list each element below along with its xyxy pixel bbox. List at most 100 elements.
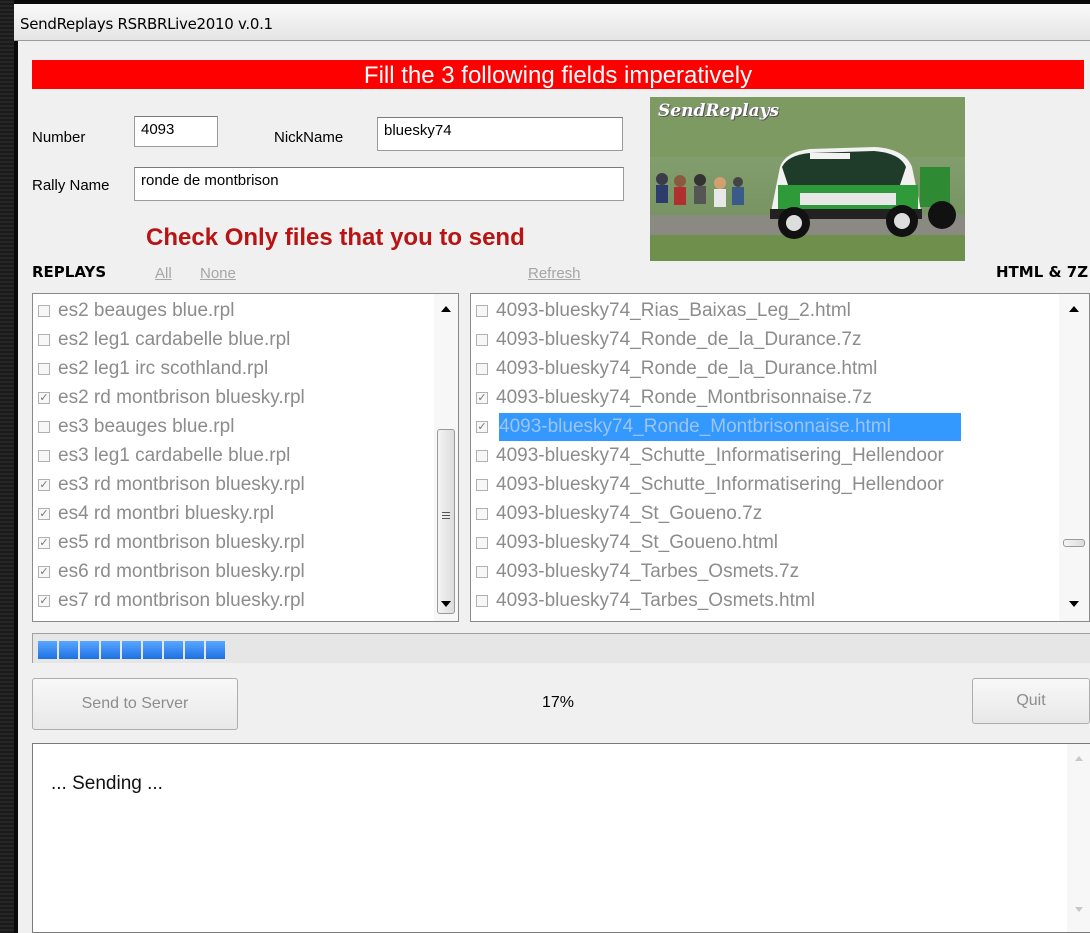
scroll-down-icon[interactable] bbox=[1069, 601, 1079, 607]
list-item[interactable]: 4093-bluesky74_Schutte_Informatisering_H… bbox=[471, 470, 1089, 499]
list-item-label: es4 rd montbri bluesky.rpl bbox=[58, 503, 275, 524]
check-files-instruction: Check Only files that you to send bbox=[146, 224, 525, 251]
window-title: SendReplays RSRBRLive2010 v.0.1 bbox=[20, 15, 273, 33]
main-panel: Fill the 3 following fields imperatively… bbox=[18, 41, 1090, 933]
progress-segment bbox=[185, 641, 204, 659]
nickname-label: NickName bbox=[274, 129, 344, 146]
list-item-checkbox[interactable] bbox=[476, 450, 488, 462]
list-item-label: es3 leg1 cardabelle blue.rpl bbox=[58, 445, 291, 466]
number-field[interactable]: 4093 bbox=[134, 116, 218, 147]
list-item[interactable]: ✓ es5 rd montbrison bluesky.rpl bbox=[33, 528, 458, 557]
list-item-checkbox[interactable]: ✓ bbox=[38, 595, 50, 607]
list-item[interactable]: 4093-bluesky74_Tarbes_Osmets.7z bbox=[471, 557, 1089, 586]
list-item-checkbox[interactable]: ✓ bbox=[38, 479, 50, 491]
list-item[interactable]: 4093-bluesky74_Schutte_Informatisering_H… bbox=[471, 441, 1089, 470]
rally-car-photo: SendReplays bbox=[650, 97, 965, 261]
list-item-checkbox[interactable]: ✓ bbox=[38, 537, 50, 549]
list-item[interactable]: ✓ es2 rd montbrison bluesky.rpl bbox=[33, 383, 458, 412]
rally-name-field[interactable]: ronde de montbrison bbox=[134, 167, 624, 201]
list-item-checkbox[interactable] bbox=[38, 421, 50, 433]
list-item-checkbox[interactable]: ✓ bbox=[38, 508, 50, 520]
list-item-checkbox[interactable] bbox=[38, 305, 50, 317]
list-item-checkbox[interactable] bbox=[38, 334, 50, 346]
list-item[interactable]: 4093-bluesky74_Rias_Baixas_Leg_2.html bbox=[471, 296, 1089, 325]
progress-segment bbox=[122, 641, 141, 659]
progress-segment bbox=[143, 641, 162, 659]
refresh-link[interactable]: Refresh bbox=[528, 265, 581, 282]
list-item[interactable]: 4093-bluesky74_Tarbes_Osmets.html bbox=[471, 586, 1089, 615]
list-item-checkbox[interactable] bbox=[476, 363, 488, 375]
list-item-checkbox[interactable] bbox=[476, 595, 488, 607]
list-item-checkbox[interactable] bbox=[476, 305, 488, 317]
list-item-label: 4093-bluesky74_Tarbes_Osmets.html bbox=[496, 590, 815, 611]
list-item-checkbox[interactable]: ✓ bbox=[38, 566, 50, 578]
scrollbar-thumb[interactable] bbox=[1063, 539, 1085, 547]
nickname-field[interactable]: bluesky74 bbox=[377, 117, 623, 151]
number-label: Number bbox=[32, 129, 86, 146]
list-item[interactable]: ✓ 4093-bluesky74_Ronde_Montbrisonnaise.ht… bbox=[471, 412, 1089, 441]
list-item[interactable]: ✓ es6 rd montbrison bluesky.rpl bbox=[33, 557, 458, 586]
list-item-checkbox[interactable]: ✓ bbox=[38, 392, 50, 404]
select-none-link[interactable]: None bbox=[200, 265, 236, 282]
list-item-checkbox[interactable] bbox=[476, 334, 488, 346]
list-item[interactable]: ✓ es4 rd montbri bluesky.rpl bbox=[33, 499, 458, 528]
log-textarea[interactable]: ... Sending ... bbox=[32, 743, 1090, 933]
list-item[interactable]: 4093-bluesky74_St_Goueno.html bbox=[471, 528, 1089, 557]
list-item[interactable]: es2 beauges blue.rpl bbox=[33, 296, 458, 325]
list-item[interactable]: es3 beauges blue.rpl bbox=[33, 412, 458, 441]
window-frame-left bbox=[0, 0, 14, 933]
list-item-checkbox[interactable] bbox=[476, 566, 488, 578]
list-item[interactable]: 4093-bluesky74_Ronde_de_la_Durance.html bbox=[471, 354, 1089, 383]
list-item[interactable]: es2 leg1 cardabelle blue.rpl bbox=[33, 325, 458, 354]
list-item-label: es2 leg1 cardabelle blue.rpl bbox=[58, 329, 291, 350]
scroll-up-icon[interactable] bbox=[1075, 756, 1083, 761]
list-item-checkbox[interactable] bbox=[476, 479, 488, 491]
list-item-label: es2 rd montbrison bluesky.rpl bbox=[58, 387, 305, 408]
list-item-checkbox[interactable] bbox=[476, 537, 488, 549]
list-item-label: es3 rd montbrison bluesky.rpl bbox=[58, 474, 305, 495]
list-item-checkbox[interactable] bbox=[476, 508, 488, 520]
list-item[interactable]: ✓ es3 rd montbrison bluesky.rpl bbox=[33, 470, 458, 499]
scroll-up-icon[interactable] bbox=[1069, 306, 1079, 312]
list-item-label: es2 leg1 irc scothland.rpl bbox=[58, 358, 269, 379]
list-item-label: 4093-bluesky74_Ronde_de_la_Durance.html bbox=[496, 358, 878, 379]
list-item-label: 4093-bluesky74_Schutte_Informatisering_H… bbox=[496, 445, 944, 466]
list-item[interactable]: ✓ es7 rd montbrison bluesky.rpl bbox=[33, 586, 458, 615]
scroll-up-icon[interactable] bbox=[441, 306, 451, 312]
progress-segment bbox=[38, 641, 57, 659]
send-to-server-button[interactable]: Send to Server bbox=[32, 678, 238, 730]
list-item[interactable]: ✓ 4093-bluesky74_Ronde_Montbrisonnaise.7z bbox=[471, 383, 1089, 412]
replays-scrollbar[interactable] bbox=[434, 294, 458, 621]
list-item-label: 4093-bluesky74_St_Goueno.7z bbox=[496, 503, 763, 524]
title-bar[interactable]: SendReplays RSRBRLive2010 v.0.1 bbox=[14, 4, 1090, 41]
html-7z-listbox[interactable]: 4093-bluesky74_Rias_Baixas_Leg_2.html 409… bbox=[470, 293, 1090, 622]
list-item-checkbox[interactable]: ✓ bbox=[476, 421, 488, 433]
list-item-checkbox[interactable] bbox=[38, 363, 50, 375]
scrollbar-thumb[interactable] bbox=[437, 429, 455, 614]
list-item-label: es5 rd montbrison bluesky.rpl bbox=[58, 532, 305, 553]
list-item-label: 4093-bluesky74_Ronde_Montbrisonnaise.7z bbox=[496, 387, 873, 408]
list-item-checkbox[interactable] bbox=[38, 450, 50, 462]
progress-segment bbox=[164, 641, 183, 659]
list-item[interactable]: 4093-bluesky74_Ronde_de_la_Durance.7z bbox=[471, 325, 1089, 354]
progress-segment bbox=[59, 641, 78, 659]
list-item-label: 4093-bluesky74_St_Goueno.html bbox=[496, 532, 779, 553]
html-7z-scrollbar[interactable] bbox=[1059, 294, 1089, 621]
scroll-down-icon[interactable] bbox=[441, 601, 451, 607]
select-all-link[interactable]: All bbox=[155, 265, 172, 282]
log-scrollbar[interactable] bbox=[1067, 744, 1090, 932]
html-7z-header: HTML & 7Z bbox=[996, 263, 1089, 281]
replays-listbox[interactable]: es2 beauges blue.rpl es2 leg1 cardabelle … bbox=[32, 293, 459, 622]
upload-progress-bar bbox=[32, 633, 1090, 663]
progress-segment bbox=[206, 641, 225, 659]
progress-segment bbox=[80, 641, 99, 659]
list-item[interactable]: es3 leg1 cardabelle blue.rpl bbox=[33, 441, 458, 470]
scroll-down-icon[interactable] bbox=[1075, 907, 1083, 912]
list-item-label: 4093-bluesky74_Rias_Baixas_Leg_2.html bbox=[496, 300, 851, 321]
quit-button[interactable]: Quit bbox=[972, 678, 1090, 724]
list-item-label: 4093-bluesky74_Ronde_de_la_Durance.7z bbox=[496, 329, 862, 350]
list-item[interactable]: 4093-bluesky74_St_Goueno.7z bbox=[471, 499, 1089, 528]
list-item[interactable]: es2 leg1 irc scothland.rpl bbox=[33, 354, 458, 383]
progress-percent: 17% bbox=[542, 694, 575, 711]
list-item-checkbox[interactable]: ✓ bbox=[476, 392, 488, 404]
